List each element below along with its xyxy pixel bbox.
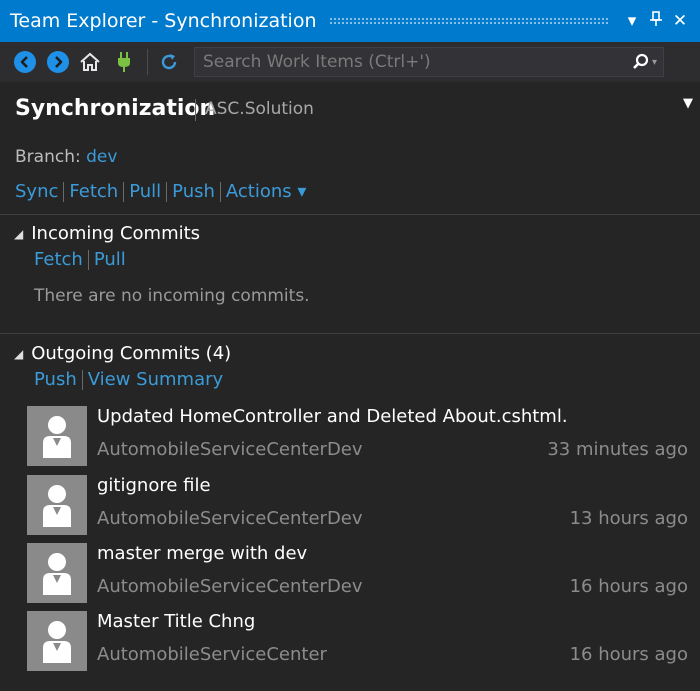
- drag-grip[interactable]: [328, 17, 608, 25]
- toolbar-separator: [147, 49, 148, 75]
- page-header: Synchronization ASC.Solution ▼: [0, 82, 700, 134]
- search-options-chevron-icon[interactable]: ▾: [652, 57, 657, 68]
- outgoing-commits-header[interactable]: ◢ Outgoing Commits (4): [14, 343, 231, 364]
- incoming-pull-link[interactable]: Pull: [94, 249, 126, 270]
- incoming-commits-title: Incoming Commits: [31, 223, 201, 244]
- commit-item[interactable]: Master Title Chng AutomobileServiceCente…: [0, 611, 700, 673]
- commit-message: master merge with dev: [97, 543, 308, 564]
- commit-time: 33 minutes ago: [547, 439, 688, 460]
- push-link[interactable]: Push: [172, 181, 215, 202]
- branch-link[interactable]: dev: [86, 147, 117, 167]
- link-separator: [219, 181, 221, 202]
- link-separator: [166, 181, 168, 202]
- commit-author: AutomobileServiceCenterDev: [97, 508, 363, 529]
- home-icon[interactable]: [77, 49, 103, 75]
- outgoing-push-link[interactable]: Push: [34, 369, 77, 390]
- avatar: [27, 475, 87, 535]
- commit-time: 13 hours ago: [569, 508, 688, 529]
- commit-author: AutomobileServiceCenter: [97, 644, 327, 665]
- commit-message: Updated HomeController and Deleted About…: [97, 406, 568, 427]
- sync-actions: Sync Fetch Pull Push Actions ▾: [15, 181, 306, 202]
- commit-item[interactable]: Updated HomeController and Deleted About…: [0, 406, 700, 468]
- forward-arrow-icon[interactable]: [47, 51, 69, 73]
- avatar: [27, 543, 87, 603]
- solution-name: ASC.Solution: [205, 99, 314, 119]
- collapse-triangle-icon[interactable]: ◢: [14, 227, 23, 241]
- commit-message: gitignore file: [97, 475, 211, 496]
- link-separator: [123, 181, 125, 202]
- title-divider: [195, 99, 196, 121]
- section-divider: [0, 333, 700, 334]
- outgoing-actions: Push View Summary: [34, 369, 223, 390]
- no-incoming-message: There are no incoming commits.: [34, 286, 310, 306]
- incoming-fetch-link[interactable]: Fetch: [34, 249, 83, 270]
- title-bar: Team Explorer - Synchronization ▾ ✕: [0, 0, 700, 42]
- outgoing-commits-title: Outgoing Commits (4): [31, 343, 232, 364]
- avatar: [27, 611, 87, 671]
- plug-icon[interactable]: [111, 49, 137, 75]
- link-separator: [63, 181, 65, 202]
- commit-time: 16 hours ago: [569, 576, 688, 597]
- section-divider: [0, 214, 700, 215]
- close-button[interactable]: ✕: [668, 11, 692, 31]
- team-explorer-window: Team Explorer - Synchronization ▾ ✕ Sear…: [0, 0, 700, 691]
- refresh-icon[interactable]: [156, 49, 182, 75]
- actions-menu-link[interactable]: Actions ▾: [226, 181, 307, 202]
- commit-item[interactable]: master merge with dev AutomobileServiceC…: [0, 543, 700, 605]
- window-dropdown-button[interactable]: ▾: [620, 11, 644, 31]
- commit-author: AutomobileServiceCenterDev: [97, 576, 363, 597]
- pin-icon[interactable]: [644, 10, 668, 32]
- link-separator: [87, 249, 89, 270]
- toolbar: ▾: [0, 42, 700, 82]
- view-summary-link[interactable]: View Summary: [88, 369, 223, 390]
- commit-author: AutomobileServiceCenterDev: [97, 439, 363, 460]
- back-arrow-icon[interactable]: [14, 51, 36, 73]
- search-box: ▾: [194, 47, 664, 77]
- sync-link[interactable]: Sync: [15, 181, 58, 202]
- incoming-commits-header[interactable]: ◢ Incoming Commits: [14, 223, 200, 244]
- branch-label: Branch:: [15, 147, 81, 167]
- search-icon[interactable]: ▾: [617, 53, 663, 71]
- pull-link[interactable]: Pull: [129, 181, 161, 202]
- commit-item[interactable]: gitignore file AutomobileServiceCenterDe…: [0, 475, 700, 537]
- commit-time: 16 hours ago: [569, 644, 688, 665]
- link-separator: [81, 369, 83, 390]
- search-input[interactable]: [195, 51, 617, 73]
- page-menu-chevron-icon[interactable]: ▼: [683, 96, 693, 111]
- incoming-actions: Fetch Pull: [34, 249, 126, 270]
- commit-message: Master Title Chng: [97, 611, 256, 632]
- window-title: Team Explorer - Synchronization: [10, 10, 317, 32]
- page-title: Synchronization: [15, 96, 216, 121]
- collapse-triangle-icon[interactable]: ◢: [14, 347, 23, 361]
- branch-row: Branch: dev: [15, 147, 117, 167]
- fetch-link[interactable]: Fetch: [69, 181, 118, 202]
- avatar: [27, 406, 87, 466]
